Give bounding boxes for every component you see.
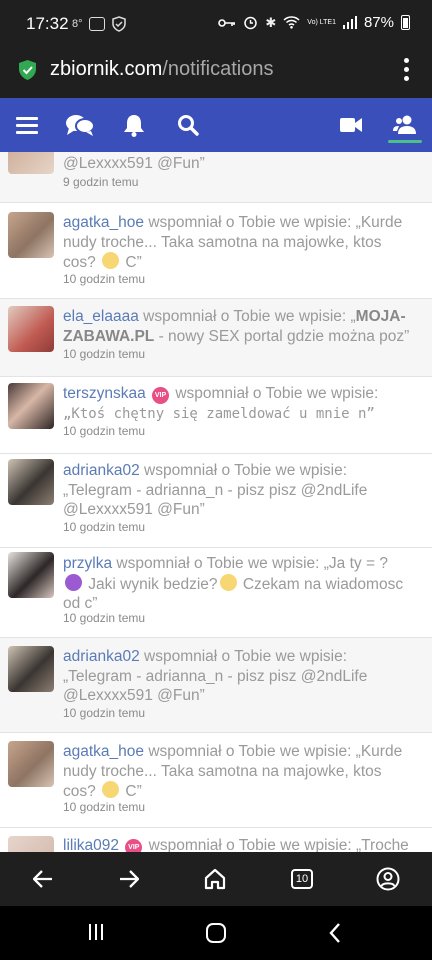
list-item[interactable]: agatka_hoe wspomniał o Tobie we wpisie: … — [0, 733, 432, 828]
username-link[interactable]: terszynskaa — [63, 385, 146, 402]
tab-count: 10 — [291, 869, 313, 889]
notification-message-end: C” — [121, 254, 142, 271]
notification-message: wspomniał o Tobie we wpisie: „ — [138, 308, 356, 325]
account-icon[interactable] — [374, 865, 402, 893]
address-bar[interactable]: zbiornik.com/notifications — [0, 48, 432, 98]
avatar[interactable] — [8, 212, 54, 258]
vip-badge-icon: VIP — [125, 839, 143, 852]
list-item[interactable]: adrianka02 wspomniał o Tobie we wpisie: … — [0, 454, 432, 548]
avatar[interactable] — [8, 306, 54, 352]
username-link[interactable]: adrianka02 — [63, 648, 140, 665]
list-item[interactable]: lilika092 VIP wspomniał o Tobie we wpisi… — [0, 828, 432, 852]
avatar[interactable] — [8, 152, 54, 174]
notification-message: wspomniał o Tobie we wpisie: „Troche — [144, 837, 409, 852]
menu-icon[interactable] — [5, 98, 49, 152]
status-bar: 17:32 8° ✱ Vo) LTE1 87% — [0, 0, 432, 48]
notification-text: agatka_hoe wspomniał o Tobie we wpisie: … — [63, 213, 418, 273]
notification-message: wspomniał o Tobie we wpisie: „Ja ty = ? — [112, 555, 388, 572]
url-host: zbiornik.com — [50, 58, 163, 80]
worried-emoji-icon — [102, 252, 120, 269]
avatar[interactable] — [8, 383, 54, 429]
notification-time: 10 godzin temu — [63, 706, 146, 720]
url-text[interactable]: zbiornik.com/notifications — [50, 58, 273, 81]
avatar[interactable] — [8, 836, 54, 852]
browser-toolbar: 10 — [0, 852, 432, 906]
notification-text: adrianka02 wspomniał o Tobie we wpisie: … — [63, 647, 418, 706]
list-item[interactable]: agatka_hoe wspomniał o Tobie we wpisie: … — [0, 203, 432, 299]
username-link[interactable]: adrianka02 — [63, 462, 140, 479]
notification-time: 10 godzin temu — [63, 520, 146, 534]
list-item[interactable]: terszynskaa VIP wspomniał o Tobie we wpi… — [0, 377, 432, 454]
key-icon — [218, 18, 236, 27]
notification-message: @Lexxxx591 @Fun” — [63, 155, 205, 172]
forward-arrow-icon[interactable] — [115, 865, 143, 893]
search-icon[interactable] — [166, 98, 210, 152]
home-icon[interactable] — [201, 865, 229, 893]
more-options-icon[interactable] — [404, 58, 410, 82]
bell-icon[interactable] — [112, 98, 156, 152]
status-left-icons: 8° — [72, 16, 127, 32]
tabs-button[interactable]: 10 — [288, 865, 316, 893]
username-link[interactable]: ela_elaaaa — [63, 308, 139, 325]
notification-time: 10 godzin temu — [63, 347, 146, 361]
notification-text: terszynskaa VIP wspomniał o Tobie we wpi… — [63, 384, 418, 425]
friends-icon[interactable] — [383, 98, 427, 152]
system-back-icon[interactable] — [327, 922, 351, 944]
username-link[interactable]: agatka_hoe — [63, 743, 144, 760]
avatar[interactable] — [8, 459, 54, 505]
signal-icon — [342, 16, 357, 29]
username-link[interactable]: lilika092 — [63, 837, 119, 852]
list-item[interactable]: ela_elaaaa wspomniał o Tobie we wpisie: … — [0, 299, 432, 377]
url-path: /notifications — [162, 58, 274, 80]
video-icon[interactable] — [329, 98, 373, 152]
notification-time: 10 godzin temu — [63, 424, 146, 438]
notification-message-mono: „Ktoś chętny się zameldować u mnie n” — [63, 406, 375, 422]
list-item[interactable]: @Lexxxx591 @Fun” 9 godzin temu — [0, 152, 432, 203]
home-button-icon[interactable] — [205, 922, 229, 944]
status-right-icons: ✱ Vo) LTE1 87% — [218, 14, 410, 31]
notification-message-middle: Jaki wynik bedzie? — [84, 575, 218, 593]
notification-time: 10 godzin temu — [63, 611, 146, 625]
system-nav-bar — [0, 906, 432, 960]
avatar[interactable] — [8, 741, 54, 787]
bluetooth-icon: ✱ — [265, 14, 277, 30]
smirk-emoji-icon — [219, 573, 237, 591]
alarm-icon — [244, 16, 258, 30]
wifi-icon — [283, 16, 300, 29]
list-item[interactable]: adrianka02 wspomniał o Tobie we wpisie: … — [0, 638, 432, 733]
notification-message-end: - nowy SEX portal gdzie można poz” — [154, 327, 410, 345]
back-arrow-icon[interactable] — [29, 865, 57, 893]
notifications-list: @Lexxxx591 @Fun” 9 godzin temu agatka_ho… — [0, 152, 432, 852]
username-link[interactable]: przylka — [63, 555, 112, 572]
recent-apps-icon[interactable] — [86, 922, 110, 944]
notification-text: przylka wspomniał o Tobie we wpisie: „Ja… — [63, 554, 418, 614]
shield-notification-icon — [111, 16, 126, 32]
gallery-notification-icon — [88, 17, 105, 31]
notification-text: ela_elaaaa wspomniał o Tobie we wpisie: … — [63, 307, 418, 346]
notification-time: 10 godzin temu — [63, 272, 146, 286]
vip-badge-icon: VIP — [152, 387, 170, 404]
site-nav — [0, 98, 432, 152]
chat-icon[interactable] — [58, 98, 102, 152]
worried-emoji-icon — [102, 781, 120, 798]
notification-text: adrianka02 wspomniał o Tobie we wpisie: … — [63, 461, 418, 520]
list-item[interactable]: przylka wspomniał o Tobie we wpisie: „Ja… — [0, 548, 432, 638]
notification-time: 9 godzin temu — [63, 175, 139, 189]
secure-shield-icon[interactable] — [18, 59, 37, 81]
weather-temp: 8° — [72, 18, 83, 30]
battery-percent: 87% — [363, 14, 394, 31]
notification-message-end: C” — [121, 783, 142, 800]
notification-text: @Lexxxx591 @Fun” — [63, 154, 418, 174]
notification-message: wspomniał o Tobie we wpisie: — [171, 385, 379, 402]
avatar[interactable] — [8, 552, 54, 598]
username-link[interactable]: agatka_hoe — [63, 214, 144, 231]
devil-emoji-icon — [65, 573, 82, 591]
notification-text: lilika092 VIP wspomniał o Tobie we wpisi… — [63, 836, 418, 852]
notification-text: agatka_hoe wspomniał o Tobie we wpisie: … — [63, 742, 418, 802]
status-time: 17:32 — [26, 14, 69, 33]
network-label: Vo) LTE1 — [307, 18, 336, 26]
notification-time: 10 godzin temu — [63, 800, 146, 814]
avatar[interactable] — [8, 646, 54, 692]
battery-icon — [401, 15, 410, 30]
